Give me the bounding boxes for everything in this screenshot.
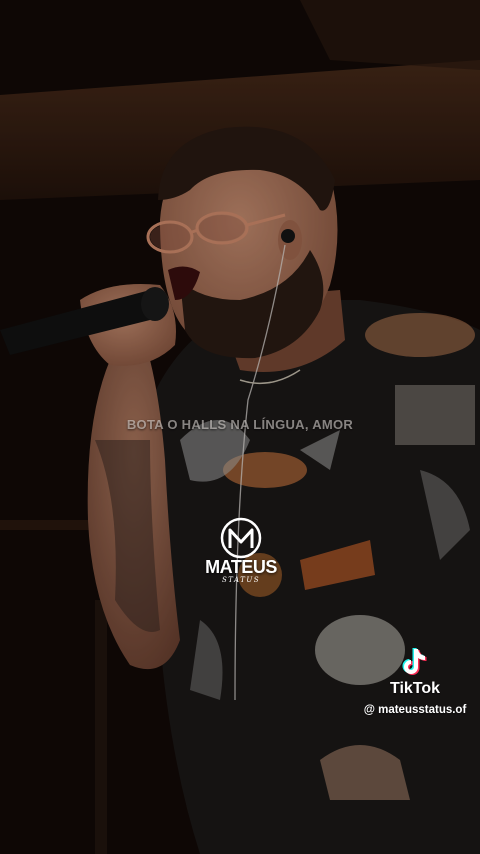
video-frame: BOTA O HALLS NA LÍNGUA, AMOR MATEUS STAT… — [0, 0, 480, 854]
tiktok-note-icon — [402, 648, 427, 675]
tiktok-watermark: TikTok @ mateusstatus.of — [352, 646, 478, 718]
tiktok-brand: TikTok — [389, 680, 441, 697]
tiktok-handle: @ mateusstatus.of — [363, 704, 467, 716]
lyric-caption: BOTA O HALLS NA LÍNGUA, AMOR — [126, 417, 354, 432]
mateus-watermark: MATEUS STATUS — [196, 516, 286, 598]
watermark-sub: STATUS — [221, 576, 261, 584]
m-logo-icon — [220, 517, 262, 559]
watermark-name: MATEUS — [205, 557, 277, 577]
